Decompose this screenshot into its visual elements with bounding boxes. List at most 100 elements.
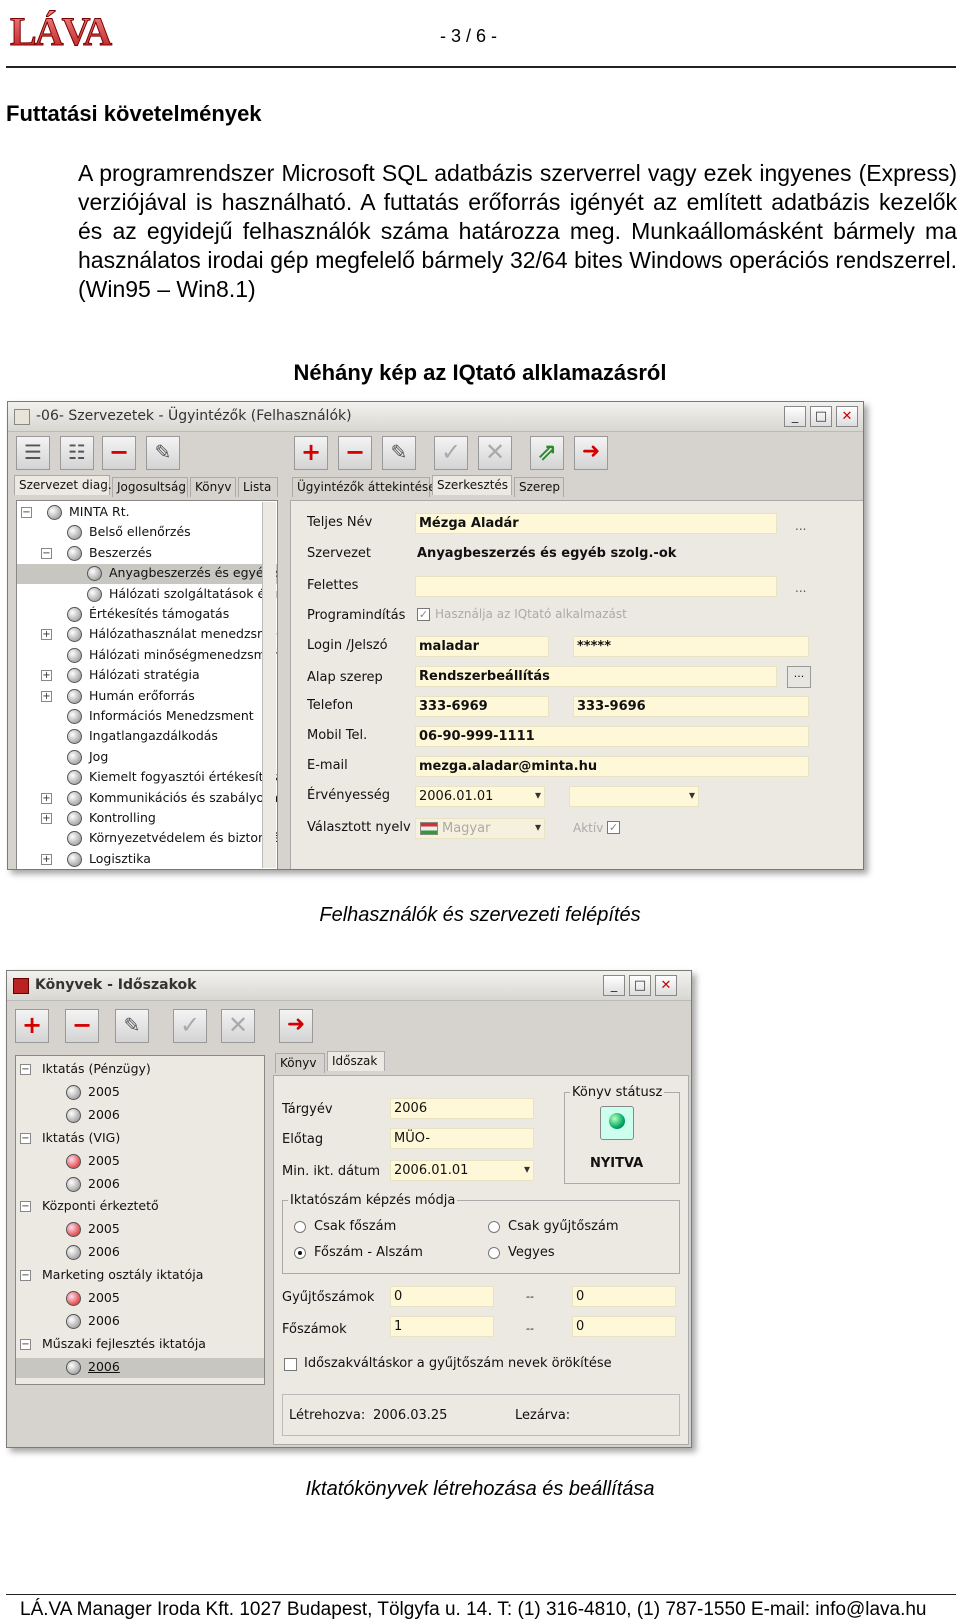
tree-node[interactable]: + Hálózathasználat menedzsment [17, 625, 277, 645]
exit-button[interactable]: ➜ [279, 1009, 313, 1043]
phone2-field[interactable]: 333-9696 [573, 696, 809, 717]
expand-icon[interactable]: + [41, 629, 52, 641]
main-from-field[interactable]: 1 [390, 1316, 494, 1337]
add-button[interactable]: + [15, 1009, 49, 1043]
tree-scrollbar[interactable] [262, 502, 276, 868]
collapse-icon[interactable]: − [41, 547, 52, 559]
tree-node[interactable]: Értékesítés támogatás [17, 605, 277, 625]
tree-node[interactable]: − MINTA Rt. [17, 503, 277, 523]
superior-lookup-button[interactable]: ... [795, 581, 806, 595]
tree-node[interactable]: 2006 [16, 1243, 264, 1263]
inherit-checkbox[interactable] [284, 1358, 297, 1371]
minimize-button[interactable]: _ [784, 406, 806, 427]
remove-org-button[interactable]: − [102, 436, 136, 470]
tree-node[interactable]: + Humán erőforrás [17, 687, 277, 707]
tree-node[interactable]: Hálózati szolgáltatások és nagy [17, 585, 277, 605]
phone1-field[interactable]: 333-6969 [415, 696, 549, 717]
tab-list[interactable]: Lista [238, 477, 278, 497]
edit-user-button[interactable]: ✎ [382, 436, 416, 470]
tree-node[interactable]: − Iktatás (Pénzügy) [16, 1060, 264, 1080]
edit-org-button[interactable]: ✎ [146, 436, 180, 470]
expand-icon[interactable]: + [41, 853, 52, 865]
expand-icon[interactable]: + [41, 670, 52, 682]
tree-node[interactable]: + Kommunikációs és szabályozás m [17, 789, 277, 809]
tree-node[interactable]: 2006 [16, 1106, 264, 1126]
tab-users-overview[interactable]: Ügyintézők áttekintése [292, 477, 436, 497]
maximize-button[interactable]: □ [629, 975, 651, 996]
collect-from-field[interactable]: 0 [390, 1286, 494, 1307]
tree-node[interactable]: + Logisztika [17, 850, 277, 869]
collect-to-field[interactable]: 0 [572, 1286, 676, 1307]
tab-period[interactable]: Időszak [327, 1051, 385, 1071]
email-field[interactable]: mezga.aladar@minta.hu [415, 756, 809, 777]
role-field[interactable]: Rendszerbeállítás [415, 666, 777, 687]
tree-node[interactable]: − Műszaki fejlesztés iktatója [16, 1335, 264, 1355]
remove-user-button[interactable]: − [338, 436, 372, 470]
close-button[interactable]: ✕ [836, 406, 858, 427]
tree-node[interactable]: Ingatlangazdálkodás [17, 727, 277, 747]
save-button[interactable]: ✓ [173, 1009, 207, 1043]
tree-node[interactable]: 2006 [16, 1357, 264, 1378]
expand-icon[interactable]: + [41, 792, 52, 804]
expand-icon[interactable]: + [41, 813, 52, 824]
login-field[interactable]: maladar [415, 636, 549, 657]
tree-node[interactable]: 2006 [16, 1175, 264, 1195]
active-checkbox[interactable]: ✓ [607, 821, 620, 834]
radio-collect-only[interactable] [488, 1221, 500, 1233]
tree-node[interactable]: Belső ellenőrzés [17, 523, 277, 543]
tab-edit[interactable]: Szerkesztés [432, 475, 512, 495]
tree-node[interactable]: Hálózati minőségmenedzsment [17, 646, 277, 666]
tree-node[interactable]: − Marketing osztály iktatója [16, 1266, 264, 1286]
cancel-button[interactable]: ✕ [221, 1009, 255, 1043]
tree-node[interactable]: − Központi érkeztető [16, 1197, 264, 1217]
tree-node[interactable]: − Beszerzés [17, 544, 277, 564]
tree-node[interactable]: + Kontrolling [17, 809, 277, 829]
tree-node[interactable]: Kiemelt fogyasztói értékesítés [17, 768, 277, 788]
prefix-field[interactable]: MÜO- [390, 1128, 534, 1149]
tree-node[interactable]: Anyagbeszerzés és egyéb szolg. [17, 564, 277, 585]
tree-node[interactable]: 2005 [16, 1289, 264, 1309]
tree-node[interactable]: 2005 [16, 1220, 264, 1240]
minimize-button[interactable]: _ [603, 975, 625, 996]
year-field[interactable]: 2006 [390, 1098, 534, 1119]
program-start-checkbox[interactable]: ✓ [417, 608, 430, 621]
tree-node[interactable]: − Iktatás (VIG) [16, 1129, 264, 1149]
close-button[interactable]: ✕ [655, 975, 677, 996]
tree-icon[interactable]: ☰ [16, 436, 50, 470]
tree-node[interactable]: Környezetvédelem és biztonságte [17, 829, 277, 849]
tab-permissions[interactable]: Jogosultság [112, 477, 188, 497]
full-name-lookup-button[interactable]: ... [795, 519, 806, 533]
validity-to-select[interactable] [569, 786, 699, 807]
tree-edit-icon[interactable]: ☷ [60, 436, 94, 470]
tree-node[interactable]: 2005 [16, 1152, 264, 1172]
collapse-icon[interactable]: − [20, 1270, 31, 1282]
remove-button[interactable]: − [65, 1009, 99, 1043]
radio-mixed[interactable] [488, 1247, 500, 1259]
mobile-field[interactable]: 06-90-999-1111 [415, 726, 809, 747]
tree-node[interactable]: Információs Menedzsment [17, 707, 277, 727]
superior-field[interactable] [415, 576, 777, 597]
password-field[interactable]: ***** [573, 636, 809, 657]
min-date-select[interactable]: 2006.01.01 [390, 1160, 534, 1181]
collapse-icon[interactable]: − [21, 507, 32, 518]
edit-button[interactable]: ✎ [115, 1009, 149, 1043]
tree-node[interactable]: 2005 [16, 1083, 264, 1103]
tab-org-diagram[interactable]: Szervezet diag. [14, 475, 112, 495]
collapse-icon[interactable]: − [20, 1132, 31, 1144]
export-button[interactable]: ⇗ [530, 436, 564, 470]
collapse-icon[interactable]: − [20, 1338, 31, 1350]
save-button[interactable]: ✓ [434, 436, 468, 470]
tree-node[interactable]: Jog [17, 748, 277, 768]
radio-main-sub[interactable] [294, 1247, 306, 1259]
role-lookup-button[interactable]: ... [787, 666, 811, 688]
cancel-button[interactable]: ✕ [478, 436, 512, 470]
add-user-button[interactable]: + [294, 436, 328, 470]
maximize-button[interactable]: □ [810, 406, 832, 427]
collapse-icon[interactable]: − [20, 1064, 31, 1075]
expand-icon[interactable]: + [41, 690, 52, 702]
exit-button[interactable]: ➜ [574, 436, 608, 470]
tab-role[interactable]: Szerep [514, 477, 564, 497]
collapse-icon[interactable]: − [20, 1201, 31, 1213]
tree-node[interactable]: + Hálózati stratégia [17, 666, 277, 686]
radio-main-only[interactable] [294, 1221, 306, 1233]
